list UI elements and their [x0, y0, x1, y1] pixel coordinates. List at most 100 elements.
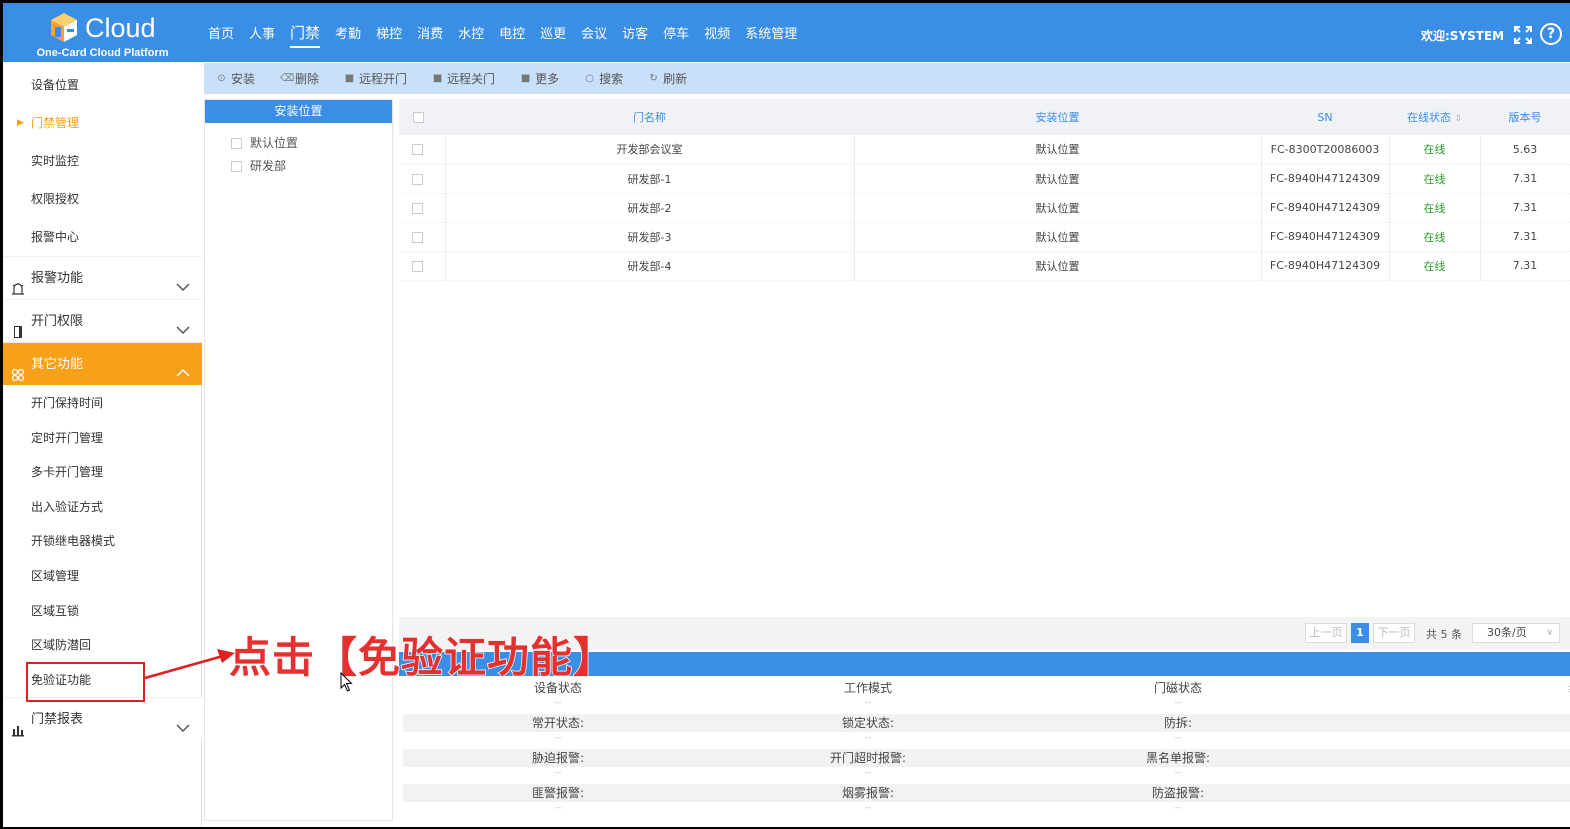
sort-icon[interactable]: ⇕	[1454, 114, 1462, 124]
column-door-name[interactable]: 门名称	[445, 99, 854, 135]
detail-value: --	[1403, 733, 1570, 743]
column-online-status[interactable]: 在线状态 ⇕	[1389, 99, 1480, 135]
detail-row: 常开状态: -- 锁定状态: -- 防拆: -- 门磁报警: --	[403, 714, 1570, 749]
sidebar-subitem-1[interactable]: 定时开门管理	[3, 421, 202, 455]
row-checkbox[interactable]	[412, 231, 424, 243]
table-row[interactable]: 研发部-4 默认位置 FC-8940H47124309 在线 7.31	[399, 251, 1570, 281]
sidebar-item-label: 权限授权	[31, 192, 80, 206]
nav-item-6[interactable]: 水控	[458, 23, 484, 42]
tree-node-default[interactable]: 默认位置	[231, 134, 298, 151]
next-page-button[interactable]: 下一页	[1373, 623, 1415, 643]
nav-item-2[interactable]: 门禁	[290, 22, 321, 48]
detail-value: --	[554, 768, 562, 778]
sidebar-item-label: 报警中心	[31, 230, 80, 244]
nav-item-13[interactable]: 系统管理	[745, 23, 797, 42]
sidebar-subitem-4[interactable]: 开锁继电器模式	[3, 524, 202, 558]
toolbar-button-label: 安装	[231, 72, 256, 86]
prev-page-button[interactable]: 上一页	[1305, 623, 1347, 643]
nav-item-7[interactable]: 电控	[499, 23, 525, 42]
sidebar-subitem-0[interactable]: 开门保持时间	[3, 386, 202, 420]
nav-item-9[interactable]: 会议	[581, 23, 607, 42]
current-page[interactable]: 1	[1351, 623, 1369, 643]
detail-value: --	[554, 733, 562, 743]
column-location[interactable]: 安装位置	[854, 99, 1261, 135]
bar-chart-icon	[11, 712, 25, 737]
chevron-down-icon[interactable]	[175, 711, 191, 733]
sidebar-item-4[interactable]: 报警中心	[3, 218, 202, 256]
search-icon: ○	[585, 73, 594, 84]
sidebar-subitem-3[interactable]: 出入验证方式	[3, 490, 202, 524]
row-checkbox[interactable]	[412, 260, 424, 272]
toolbar-button-6[interactable]: ↻ 刷新	[648, 70, 687, 87]
sidebar-group-3[interactable]: 门禁报表	[3, 697, 202, 740]
row-checkbox-cell[interactable]	[399, 164, 446, 194]
nav-item-1[interactable]: 人事	[249, 23, 275, 42]
row-checkbox[interactable]	[412, 144, 424, 156]
nav-item-8[interactable]: 巡更	[540, 23, 566, 42]
tree-node-checkbox[interactable]	[231, 161, 242, 172]
nav-item-5[interactable]: 消费	[417, 23, 443, 42]
chevron-down-icon[interactable]	[175, 313, 191, 335]
toolbar-button-0[interactable]: ⊙ 安装	[216, 70, 255, 87]
row-checkbox-cell[interactable]	[399, 222, 446, 252]
sidebar-item-2[interactable]: 实时监控	[3, 142, 202, 180]
sidebar-item-3[interactable]: 权限授权	[3, 180, 202, 218]
select-all-checkbox-cell[interactable]	[399, 99, 445, 135]
nav-item-10[interactable]: 访客	[622, 23, 648, 42]
tree-node-checkbox[interactable]	[231, 138, 242, 149]
row-checkbox[interactable]	[412, 202, 424, 214]
row-checkbox-cell[interactable]	[399, 251, 446, 281]
toolbar-button-2[interactable]: ■ 远程开门	[344, 70, 407, 87]
detail-label: 工作模式	[843, 681, 892, 695]
row-checkbox-cell[interactable]	[399, 135, 446, 165]
column-sn[interactable]: SN	[1261, 99, 1389, 135]
chevron-up-icon[interactable]	[175, 356, 191, 377]
sidebar-group-0[interactable]: 报警功能	[3, 256, 202, 299]
arrow-icon	[144, 649, 235, 680]
toolbar-button-5[interactable]: ○ 搜索	[584, 70, 623, 87]
fullscreen-icon[interactable]	[1513, 25, 1533, 45]
nav-item-12[interactable]: 视频	[704, 23, 730, 42]
sidebar-item-0[interactable]: 设备位置	[3, 66, 202, 104]
sidebar-group-2[interactable]: 其它功能	[3, 342, 202, 385]
row-checkbox-cell[interactable]	[399, 193, 446, 223]
column-version[interactable]: 版本号	[1480, 99, 1570, 135]
detail-label: 防拆:	[1163, 716, 1193, 730]
sidebar-item-label: 门禁管理	[31, 116, 80, 130]
page-size-select[interactable]: 30条/页 ∨	[1472, 623, 1560, 643]
tree-node-rnd[interactable]: 研发部	[231, 157, 286, 174]
detail-value: --	[554, 698, 562, 708]
toolbar: ⊙ 安装 ⌫ 删除 ■ 远程开门 ■ 远程关门 ■ 更多 ○ 搜索 ↻ 刷新	[204, 63, 1570, 94]
toolbar-button-4[interactable]: ■ 更多	[520, 70, 559, 87]
nav-item-11[interactable]: 停车	[663, 23, 689, 42]
toolbar-button-1[interactable]: ⌫ 删除	[280, 70, 319, 87]
highlight-box	[26, 662, 145, 702]
chevron-down-icon[interactable]	[175, 270, 191, 292]
sidebar-subitem-2[interactable]: 多卡开门管理	[3, 455, 202, 489]
select-all-checkbox[interactable]	[412, 112, 424, 123]
toolbar-button-label: 远程开门	[359, 72, 408, 86]
cell-door-name: 研发部-1	[445, 164, 855, 194]
top-header: Cloud One-Card Cloud Platform 首页 人事 门禁 考勤 梯控…	[3, 3, 1570, 62]
detail-label: 锁定状态:	[841, 716, 895, 730]
nav-item-4[interactable]: 梯控	[376, 23, 402, 42]
cell-online-status: 在线	[1389, 251, 1481, 281]
detail-value: --	[864, 803, 872, 813]
table-row[interactable]: 研发部-2 默认位置 FC-8940H47124309 在线 7.31	[399, 193, 1570, 223]
door-close-icon: ■	[432, 73, 443, 84]
detail-value: --	[1174, 733, 1182, 743]
help-icon[interactable]: ?	[1540, 23, 1562, 45]
toolbar-button-3[interactable]: ■ 远程关门	[432, 70, 495, 87]
nav-item-3[interactable]: 考勤	[335, 23, 361, 42]
table-row[interactable]: 开发部会议室 默认位置 FC-8300T20086003 在线 5.63	[399, 135, 1570, 165]
table-row[interactable]: 研发部-1 默认位置 FC-8940H47124309 在线 7.31	[399, 164, 1570, 194]
more-icon: ■	[520, 73, 531, 84]
table-row[interactable]: 研发部-3 默认位置 FC-8940H47124309 在线 7.31	[399, 222, 1570, 252]
cell-sn: FC-8300T20086003	[1261, 135, 1390, 165]
sidebar-group-1[interactable]: 开门权限	[3, 299, 202, 342]
sidebar-item-1[interactable]: ▶ 门禁管理	[3, 104, 202, 142]
row-checkbox[interactable]	[412, 173, 424, 185]
sidebar-subitem-5[interactable]: 区域管理	[3, 559, 202, 593]
nav-item-0[interactable]: 首页	[208, 23, 234, 42]
column-online-status-label: 在线状态	[1406, 111, 1451, 124]
